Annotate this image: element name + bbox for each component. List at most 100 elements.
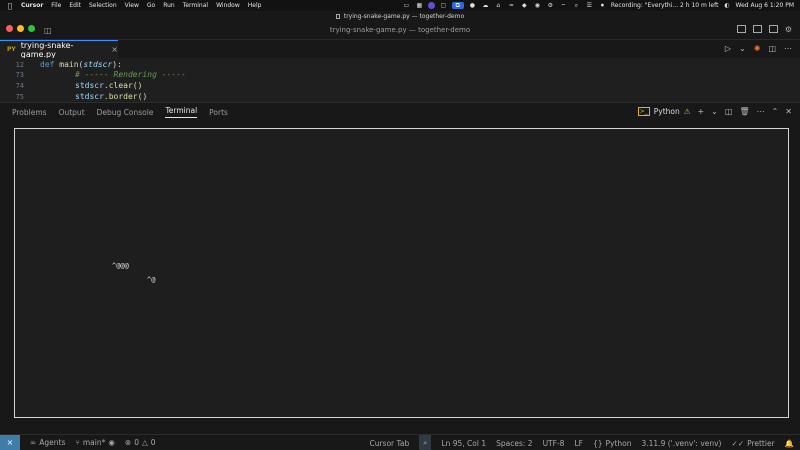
menu-run[interactable]: Run [163, 2, 175, 9]
editor-actions: ▷ ⌄ ✺ ◫ ⋯ [725, 44, 792, 53]
layout-controls: ⚙ [736, 25, 792, 34]
code-text: stdscr.clear() [75, 81, 142, 90]
grid-icon[interactable]: ▦ [415, 2, 424, 9]
python-file-icon: PY [7, 46, 16, 53]
remote-indicator-icon[interactable]: ⨯ [0, 434, 20, 450]
panel-actions: >_ Python ⚠ + ⌄ ◫ 🗑 ⋯ ⌃ ✕ [637, 107, 792, 116]
toggle-panel-icon[interactable] [736, 25, 746, 33]
split-terminal-icon[interactable]: ◫ [725, 107, 733, 116]
terminal-window[interactable]: ^@@@ ^@ [14, 128, 789, 418]
warning-count: 0 [150, 438, 156, 447]
code-line: 74 stdscr.clear() [0, 80, 800, 91]
macos-menubar:  Cursor File Edit Selection View Go Run… [0, 0, 800, 11]
square-icon[interactable]: ▢ [439, 2, 448, 9]
settings-gear-icon[interactable]: ⚙ [785, 25, 792, 34]
agents-label: Agents [39, 438, 66, 447]
menu-go[interactable]: Go [147, 2, 155, 9]
kill-terminal-trash-icon[interactable]: 🗑 [739, 107, 749, 116]
more-actions-icon[interactable]: ⋯ [757, 107, 765, 116]
menu-terminal[interactable]: Terminal [183, 2, 208, 9]
python-interpreter[interactable]: 3.11.9 ('.venv': venv) [641, 439, 721, 448]
end-of-line[interactable]: LF [574, 439, 583, 448]
error-icon: ⊗ [124, 438, 132, 447]
menu-window[interactable]: Window [216, 2, 240, 9]
menu-help[interactable]: Help [248, 2, 262, 9]
siri-icon[interactable]: ◐ [722, 2, 731, 9]
problems-item[interactable]: ⊗ 0 △ 0 [125, 438, 156, 447]
cloud-icon[interactable]: ☁ [481, 2, 490, 9]
split-editor-icon[interactable]: ◫ [768, 44, 776, 53]
cursor-spark-icon[interactable]: ✺ [754, 44, 761, 53]
wifi-icon[interactable]: ⌔ [559, 2, 568, 10]
close-tab-icon[interactable]: × [111, 45, 118, 54]
menu-edit[interactable]: Edit [69, 2, 81, 9]
lock-icon[interactable]: ⌂ [494, 2, 503, 9]
snake-food: ^@ [147, 276, 156, 284]
control-center-icon[interactable]: ☰ [585, 2, 594, 9]
prettier-item[interactable]: ✓✓ Prettier [731, 439, 774, 448]
terminal-dropdown-chevron-icon[interactable]: ⌄ [711, 107, 718, 116]
maximize-panel-chevron-up-icon[interactable]: ⌃ [772, 107, 779, 116]
profile-icon[interactable] [427, 2, 435, 9]
tab-debug-console[interactable]: Debug Console [97, 108, 154, 117]
recording-status[interactable]: Recording: "Everythi... 2 h 10 m left [611, 2, 719, 9]
terminal-selector[interactable]: >_ Python ⚠ [637, 107, 691, 116]
language-mode[interactable]: {} Python [593, 439, 632, 448]
tab-output[interactable]: Output [59, 108, 85, 117]
toggle-secondary-sidebar-icon[interactable] [752, 25, 762, 33]
bottom-panel: Problems Output Debug Console Terminal P… [0, 102, 800, 434]
code-line: 73 # ----- Rendering ----- [0, 69, 800, 80]
tab-problems[interactable]: Problems [12, 108, 47, 117]
chat-icon[interactable]: ● [468, 2, 477, 9]
menubar-status-area: ▭ ▦ ▢ ⧉ ● ☁ ⌂ ≈ ◆ ◉ ⚙ ⌔ ⌕ ☰ ⏺ Recording:… [402, 0, 800, 11]
gear-icon[interactable]: ⚙ [546, 2, 555, 9]
comment: # ----- Rendering ----- [75, 70, 186, 79]
infinity-icon: ∞ [30, 438, 37, 447]
cursor-tab-item[interactable]: Cursor Tab [369, 439, 409, 448]
line-number: 12 [15, 60, 24, 69]
close-panel-icon[interactable]: ✕ [785, 107, 792, 116]
variable: stdscr [75, 92, 104, 101]
document-title: trying-snake-game.py — together-demo [343, 13, 465, 20]
sync-eye-icon: ◉ [108, 438, 115, 447]
branch-item[interactable]: ⑂ main* ◉ [75, 438, 115, 447]
menu-selection[interactable]: Selection [89, 2, 117, 9]
play-circle-icon[interactable]: ◉ [533, 2, 542, 9]
line-number: 73 [15, 70, 24, 79]
warning-icon: ⚠ [683, 107, 691, 116]
run-python-file-icon[interactable]: ▷ [725, 44, 731, 53]
menu-view[interactable]: View [125, 2, 139, 9]
recording-icon[interactable]: ⏺ [598, 2, 607, 9]
double-check-icon: ✓✓ [731, 438, 745, 448]
language-label: Python [605, 438, 632, 448]
dropbox-icon[interactable]: ◆ [520, 2, 529, 9]
customize-layout-icon[interactable] [768, 25, 778, 33]
menu-cursor[interactable]: Cursor [21, 2, 43, 9]
encoding[interactable]: UTF-8 [543, 439, 565, 448]
method-call: .border() [103, 92, 148, 101]
apple-menu-icon[interactable]:  [6, 2, 14, 10]
notifications-bell-icon[interactable]: 🔔 [785, 439, 794, 448]
screen-share-icon[interactable]: ⧉ [451, 2, 464, 9]
method-call: .clear() [103, 81, 143, 90]
line-number: 74 [15, 81, 24, 90]
zoom-search-icon[interactable]: ⌕ [419, 435, 432, 450]
tab-terminal[interactable]: Terminal [165, 106, 198, 118]
menu-file[interactable]: File [51, 2, 61, 9]
branch-name: main* [82, 438, 106, 447]
editor-tab-trying-snake-game[interactable]: PY trying-snake-game.py × [0, 40, 118, 59]
tab-ports[interactable]: Ports [209, 108, 228, 117]
search-icon[interactable]: ⌕ [572, 2, 581, 9]
code-editor[interactable]: 12 def main(stdscr): 73 # ----- Renderin… [0, 58, 800, 102]
cursor-position[interactable]: Ln 95, Col 1 [441, 439, 486, 448]
more-actions-icon[interactable]: ⋯ [784, 44, 792, 53]
indentation[interactable]: Spaces: 2 [496, 439, 532, 448]
braces-icon: {} [592, 438, 603, 448]
menubar-datetime[interactable]: Wed Aug 6 1:20 PM [735, 2, 794, 9]
run-dropdown-chevron-icon[interactable]: ⌄ [739, 44, 746, 53]
agents-item[interactable]: ∞ Agents [30, 438, 65, 447]
terminal-icon: >_ [637, 107, 650, 116]
wave-icon[interactable]: ≈ [507, 2, 516, 9]
camera-icon[interactable]: ▭ [402, 2, 411, 9]
new-terminal-icon[interactable]: + [697, 107, 704, 116]
